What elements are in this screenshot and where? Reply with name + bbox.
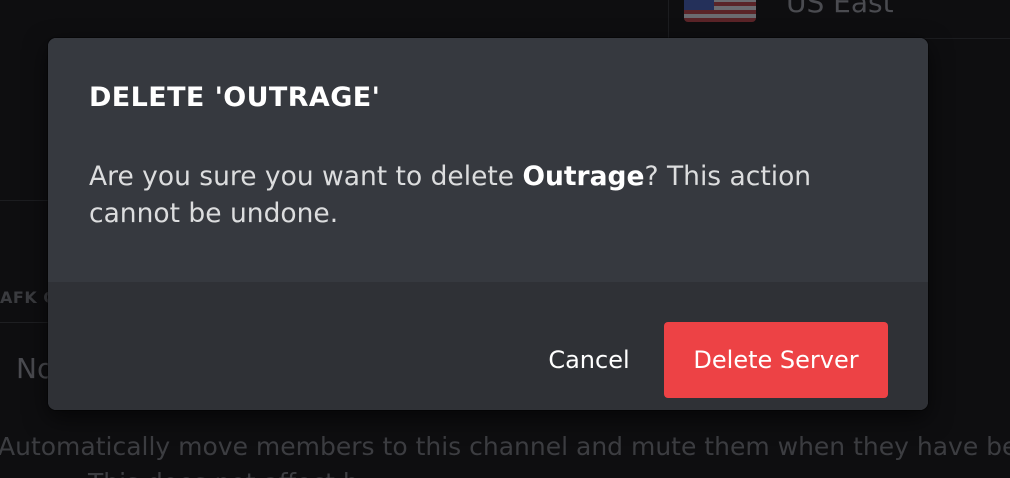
dialog-title: DELETE 'OUTRAGE' bbox=[89, 82, 381, 113]
delete-server-button[interactable]: Delete Server bbox=[664, 322, 888, 398]
delete-server-dialog: DELETE 'OUTRAGE' Are you sure you want t… bbox=[48, 38, 928, 410]
dialog-footer: Cancel Delete Server bbox=[48, 282, 928, 410]
afk-channel-help-text-line2: This does not affect b bbox=[88, 468, 359, 478]
cancel-button[interactable]: Cancel bbox=[508, 322, 670, 398]
server-region-label: US East bbox=[786, 0, 894, 19]
dialog-message: Are you sure you want to delete Outrage?… bbox=[89, 158, 869, 232]
dialog-body: DELETE 'OUTRAGE' Are you sure you want t… bbox=[48, 38, 928, 282]
dialog-message-prefix: Are you sure you want to delete bbox=[89, 161, 523, 192]
us-flag-icon bbox=[684, 0, 756, 22]
server-name: Outrage bbox=[522, 161, 645, 192]
section-divider bbox=[0, 200, 50, 201]
afk-channel-help-text: Automatically move members to this chann… bbox=[0, 432, 1010, 461]
